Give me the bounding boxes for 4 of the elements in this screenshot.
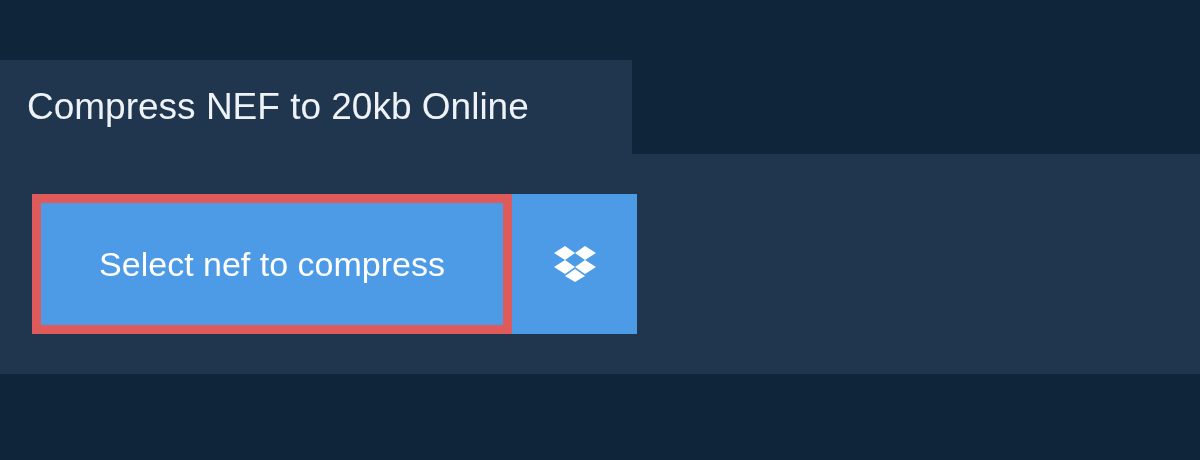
dropbox-button[interactable] [512,194,637,334]
open-box-icon [553,246,596,282]
select-file-button[interactable]: Select nef to compress [32,194,512,334]
page-title: Compress NEF to 20kb Online [27,86,529,128]
